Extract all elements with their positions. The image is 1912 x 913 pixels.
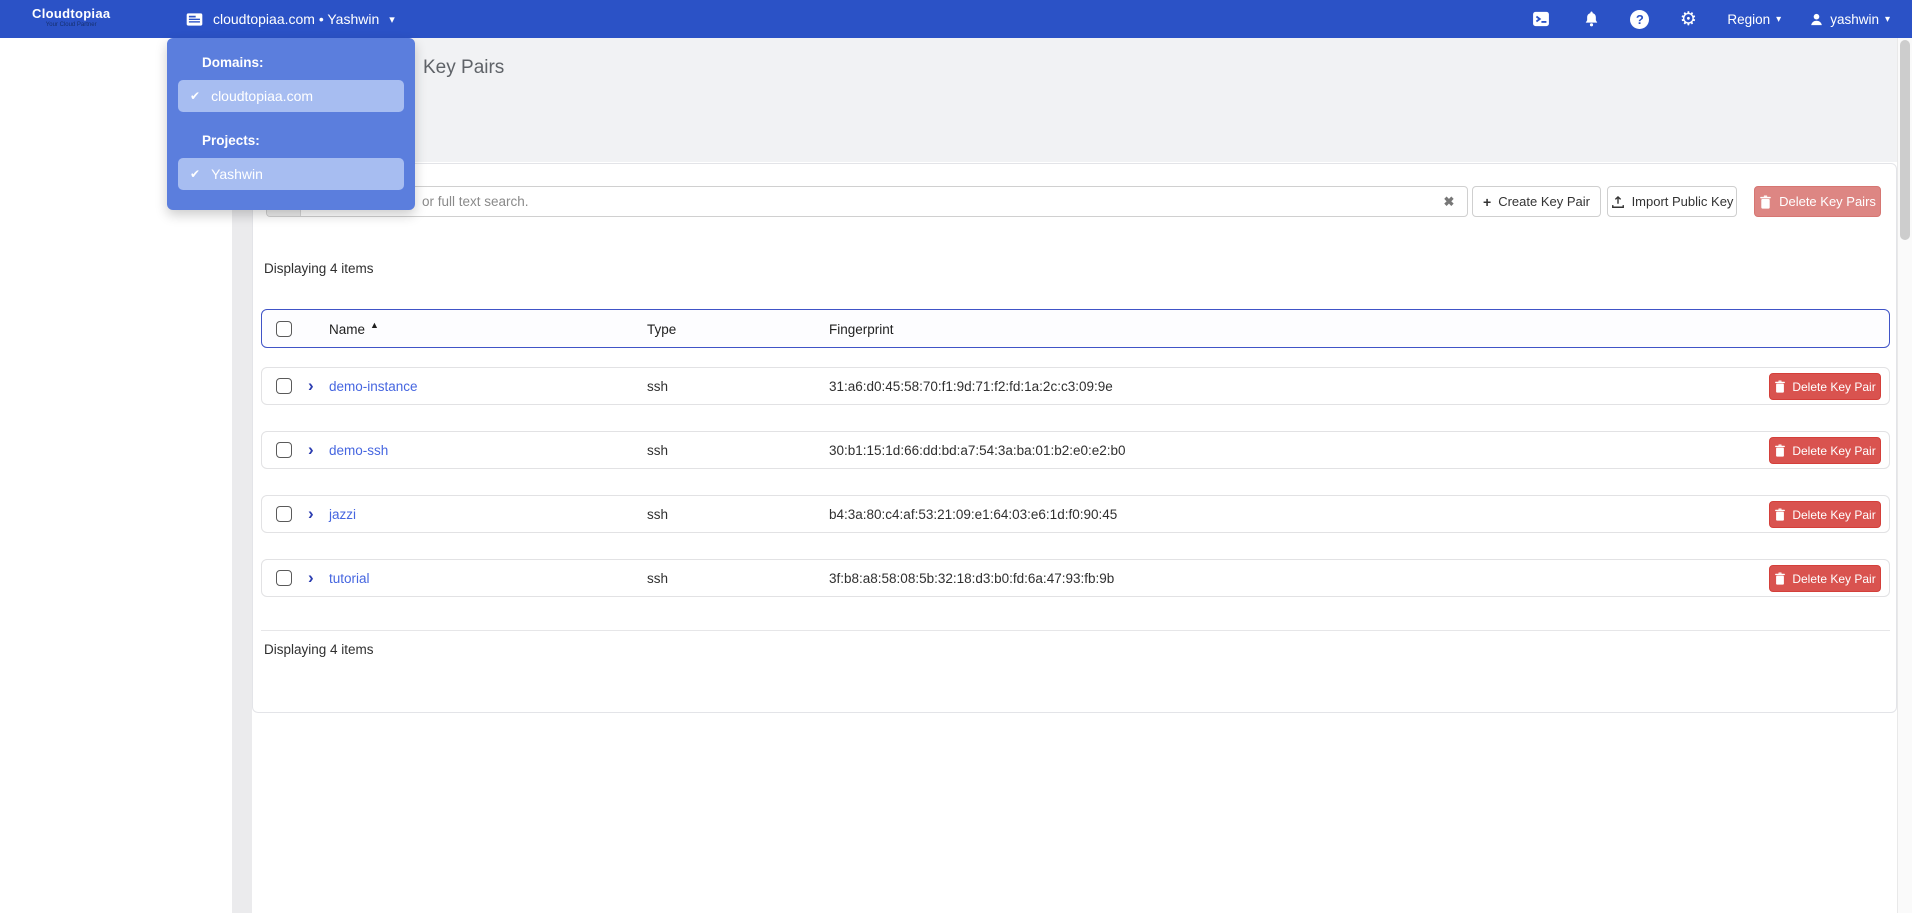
list-card-icon	[183, 8, 205, 30]
user-icon	[1809, 12, 1824, 27]
trash-icon	[1759, 195, 1772, 209]
vertical-scrollbar[interactable]	[1897, 38, 1912, 913]
brand-logo[interactable]: Cloudtopiaa Your Cloud Partner	[32, 6, 110, 28]
navbar-actions: ? ⚙ Region ▾ yashwin ▾	[1530, 0, 1890, 38]
table-footer-divider	[261, 630, 1890, 631]
delete-key-pairs-button[interactable]: Delete Key Pairs	[1754, 186, 1881, 217]
brand-logo-text: Cloudtopiaa	[32, 6, 110, 21]
delete-key-pair-button[interactable]: Delete Key Pair	[1769, 501, 1881, 528]
table-row: › demo-instance ssh 31:a6:d0:45:58:70:f1…	[261, 367, 1890, 405]
table-header-row: Name ▲ Type Fingerprint	[261, 309, 1890, 348]
plus-icon: +	[1483, 194, 1491, 210]
project-option-label: Yashwin	[211, 166, 263, 182]
row-checkbox[interactable]	[276, 442, 292, 458]
delete-key-pair-button[interactable]: Delete Key Pair	[1769, 437, 1881, 464]
expand-chevron-icon[interactable]: ›	[308, 568, 314, 588]
delete-key-pairs-label: Delete Key Pairs	[1779, 194, 1876, 209]
settings-gear-icon[interactable]: ⚙	[1677, 8, 1699, 30]
key-pair-name-link[interactable]: demo-instance	[329, 379, 418, 394]
delete-key-pair-label: Delete Key Pair	[1792, 508, 1875, 522]
items-count-bottom: Displaying 4 items	[264, 642, 374, 657]
create-key-pair-button[interactable]: + Create Key Pair	[1472, 186, 1601, 217]
clear-search-icon[interactable]: ✖	[1431, 187, 1467, 216]
expand-chevron-icon[interactable]: ›	[308, 440, 314, 460]
caret-down-icon: ▾	[1885, 14, 1890, 25]
key-pair-name-link[interactable]: demo-ssh	[329, 443, 388, 458]
row-checkbox[interactable]	[276, 378, 292, 394]
key-pair-name-link[interactable]: jazzi	[329, 507, 356, 522]
brand-logo-tagline: Your Cloud Partner	[46, 22, 97, 28]
key-pair-type: ssh	[647, 507, 668, 522]
project-option-yashwin[interactable]: ✔ Yashwin	[178, 158, 404, 190]
sort-ascending-icon: ▲	[370, 320, 379, 330]
domain-option-label: cloudtopiaa.com	[211, 88, 313, 104]
domains-heading: Domains:	[202, 55, 264, 70]
column-header-fingerprint[interactable]: Fingerprint	[829, 322, 894, 337]
domain-option-cloudtopiaa[interactable]: ✔ cloudtopiaa.com	[178, 80, 404, 112]
create-key-pair-label: Create Key Pair	[1498, 194, 1590, 209]
top-navbar: Cloudtopiaa Your Cloud Partner cloudtopi…	[0, 0, 1912, 38]
notifications-bell-icon[interactable]	[1580, 8, 1602, 30]
key-pairs-panel: ✖ + Create Key Pair Import Public Key De…	[252, 163, 1897, 713]
trash-icon	[1774, 508, 1786, 521]
key-pair-type: ssh	[647, 379, 668, 394]
scrollbar-thumb[interactable]	[1900, 40, 1910, 240]
row-checkbox[interactable]	[276, 506, 292, 522]
console-icon[interactable]	[1530, 8, 1552, 30]
key-pair-fingerprint: 31:a6:d0:45:58:70:f1:9d:71:f2:fd:1a:2c:c…	[829, 379, 1113, 394]
region-label: Region	[1727, 12, 1770, 27]
caret-down-icon: ▾	[1776, 14, 1781, 25]
trash-icon	[1774, 572, 1786, 585]
column-header-type[interactable]: Type	[647, 322, 676, 337]
key-pair-type: ssh	[647, 443, 668, 458]
table-row: › tutorial ssh 3f:b8:a8:58:08:5b:32:18:d…	[261, 559, 1890, 597]
import-public-key-button[interactable]: Import Public Key	[1607, 186, 1737, 217]
column-header-name[interactable]: Name	[329, 322, 365, 337]
row-checkbox[interactable]	[276, 570, 292, 586]
help-icon[interactable]: ?	[1630, 10, 1649, 29]
import-public-key-label: Import Public Key	[1632, 194, 1734, 209]
delete-key-pair-button[interactable]: Delete Key Pair	[1769, 565, 1881, 592]
key-pairs-page: Cloudtopiaa Your Cloud Partner cloudtopi…	[0, 0, 1912, 913]
check-icon: ✔	[190, 167, 200, 181]
check-icon: ✔	[190, 89, 200, 103]
select-all-checkbox[interactable]	[276, 321, 292, 337]
trash-icon	[1774, 444, 1786, 457]
items-count-top: Displaying 4 items	[264, 261, 374, 276]
expand-chevron-icon[interactable]: ›	[308, 376, 314, 396]
key-pair-fingerprint: 3f:b8:a8:58:08:5b:32:18:d3:b0:fd:6a:47:9…	[829, 571, 1114, 586]
projects-heading: Projects:	[202, 133, 260, 148]
upload-icon	[1611, 195, 1625, 209]
page-title: Key Pairs	[423, 57, 504, 79]
domain-project-switcher[interactable]: cloudtopiaa.com • Yashwin ▾	[183, 0, 395, 38]
user-menu[interactable]: yashwin ▾	[1809, 12, 1890, 27]
region-menu[interactable]: Region ▾	[1727, 12, 1781, 27]
domain-project-dropdown: Domains: ✔ cloudtopiaa.com Projects: ✔ Y…	[167, 38, 415, 210]
table-row: › demo-ssh ssh 30:b1:15:1d:66:dd:bd:a7:5…	[261, 431, 1890, 469]
expand-chevron-icon[interactable]: ›	[308, 504, 314, 524]
trash-icon	[1774, 380, 1786, 393]
caret-down-icon: ▾	[389, 13, 395, 26]
key-pair-name-link[interactable]: tutorial	[329, 571, 370, 586]
domain-project-label: cloudtopiaa.com • Yashwin	[213, 11, 379, 27]
key-pair-type: ssh	[647, 571, 668, 586]
search-bar: ✖	[266, 186, 1468, 217]
username-label: yashwin	[1830, 12, 1879, 27]
delete-key-pair-label: Delete Key Pair	[1792, 380, 1875, 394]
key-pair-fingerprint: 30:b1:15:1d:66:dd:bd:a7:54:3a:ba:01:b2:e…	[829, 443, 1126, 458]
delete-key-pair-button[interactable]: Delete Key Pair	[1769, 373, 1881, 400]
table-row: › jazzi ssh b4:3a:80:c4:af:53:21:09:e1:6…	[261, 495, 1890, 533]
search-input[interactable]	[301, 187, 1431, 216]
delete-key-pair-label: Delete Key Pair	[1792, 572, 1875, 586]
delete-key-pair-label: Delete Key Pair	[1792, 444, 1875, 458]
key-pair-fingerprint: b4:3a:80:c4:af:53:21:09:e1:64:03:e6:1d:f…	[829, 507, 1117, 522]
